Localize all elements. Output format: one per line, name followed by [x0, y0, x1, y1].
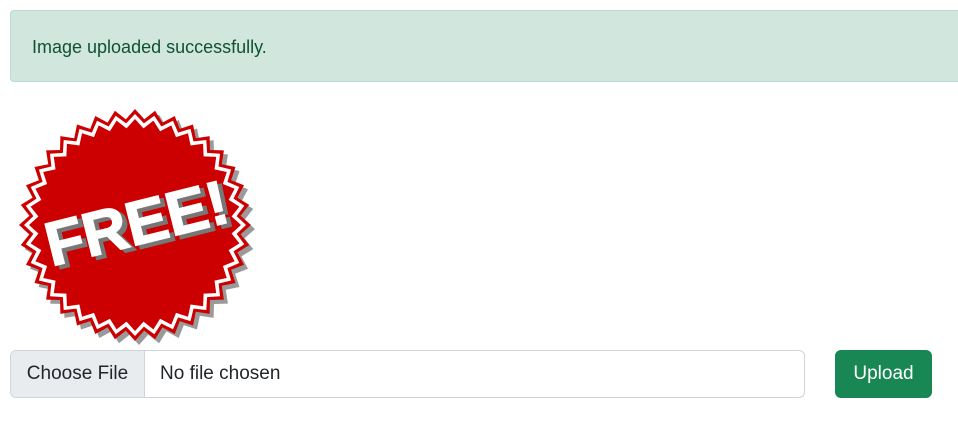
upload-button[interactable]: Upload [835, 350, 932, 398]
free-badge-icon: FREE! FREE! [19, 109, 255, 345]
uploaded-image: FREE! FREE! [16, 108, 258, 346]
alert-message: Image uploaded successfully. [32, 37, 267, 57]
file-input[interactable]: Choose File No file chosen [10, 350, 805, 398]
file-status-text: No file chosen [160, 363, 281, 384]
success-alert: Image uploaded successfully. [10, 10, 958, 82]
choose-file-button[interactable]: Choose File [11, 351, 145, 397]
upload-page: Image uploaded successfully. FREE! FREE!… [0, 0, 958, 433]
